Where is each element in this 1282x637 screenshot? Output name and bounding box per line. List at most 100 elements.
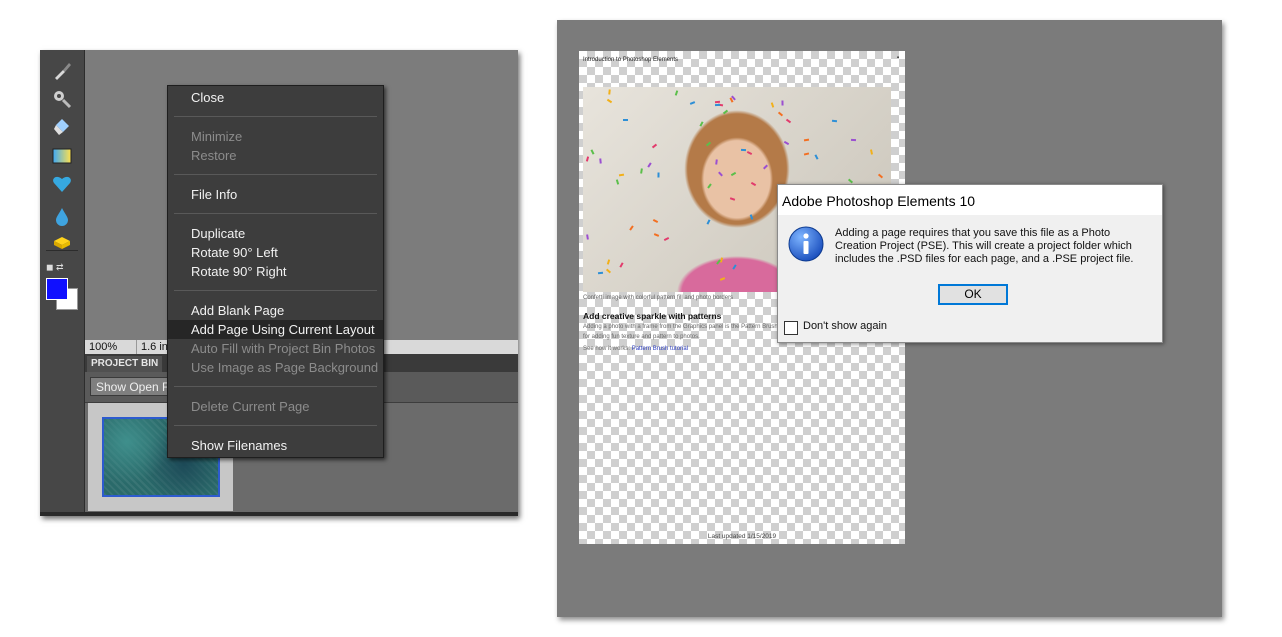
menu-separator [174,386,377,387]
menu-item-close[interactable]: Close [168,88,383,107]
document-link-line: See how it works: Pattern Brush tutorial [583,346,688,352]
swap-colors-icon[interactable]: ◼ ⇄ [46,262,64,273]
confetti-piece [629,225,634,231]
confetti-piece [850,138,857,142]
menu-item-auto-fill-with-project-bin-photos: Auto Fill with Project Bin Photos [191,341,376,356]
confetti-piece [730,171,737,177]
menu-item-minimize: Minimize [191,129,243,144]
dialog-body: Adding a page requires that you save thi… [778,215,1162,342]
tutorial-link[interactable]: Pattern Brush tutorial [632,346,688,352]
menu-item-restore: Restore [191,148,237,163]
context-menu: Close Minimize Restore File Info Duplicate Ro… [167,85,384,458]
confetti-piece [783,140,790,146]
document-body-line: for adding fun texture and pattern to ph… [583,334,700,340]
confetti-piece [777,111,784,117]
dialog-message: Adding a page requires that you save thi… [835,227,1155,266]
confetti-piece [597,271,604,275]
confetti-piece [699,121,704,127]
brush-icon[interactable] [50,60,74,82]
message-line: Creation Project (PSE). This will create… [835,240,1132,252]
dont-show-again-checkbox[interactable] [784,321,798,335]
confetti-piece [651,143,658,149]
menu-item-rotate-90-right[interactable]: Rotate 90° Right [168,262,383,281]
confetti-piece [606,98,613,104]
confetti-piece [718,171,723,177]
confetti-piece [623,119,628,121]
info-icon [788,226,824,262]
gradient-icon[interactable] [50,145,74,167]
gear-tool-icon[interactable] [50,88,74,110]
confetti-piece [586,234,589,240]
confetti-piece [715,159,718,165]
sponge-icon[interactable] [50,231,74,253]
menu-item-file-info[interactable]: File Info [168,185,383,204]
confetti-piece [714,100,721,104]
document-workspace: Introduction to Photoshop Elements ▪ Con… [557,20,1222,617]
project-bin-tab[interactable]: PROJECT BIN [87,356,163,372]
confetti-piece [606,259,611,265]
photo-caption: Confetti image with colorful pattern fil… [583,295,734,301]
link-prefix: See how it works: [583,346,632,352]
confetti-piece [647,162,652,168]
menu-item-use-image-as-page-background: Use Image as Page Background [191,360,379,375]
menu-item-duplicate[interactable]: Duplicate [168,224,383,243]
confetti-piece [608,89,611,95]
confetti-piece [749,214,754,220]
confetti-piece [719,277,726,281]
confetti-piece [689,101,696,105]
ok-button[interactable]: OK [938,284,1008,305]
confetti-piece [618,173,625,177]
confetti-piece [803,138,810,142]
toolbox: ◼ ⇄ [40,50,85,516]
confetti-piece [653,233,660,237]
confetti-piece [847,178,854,184]
confetti-piece [615,179,620,185]
menu-item-add-page-using-current-layout[interactable]: Add Page Using Current Layout [168,320,383,339]
blur-drop-icon[interactable] [50,205,74,227]
confetti-piece [814,154,819,160]
confetti-piece [599,158,602,164]
confetti-piece [657,172,660,178]
confetti-piece [707,183,712,189]
page-marker: ▪ [896,55,899,61]
zoom-level[interactable]: 100% [89,341,117,353]
confetti-piece [770,102,775,108]
confetti-piece [714,103,721,107]
bin-bottom-edge [40,512,518,516]
confetti-piece [740,148,747,152]
confetti-piece [732,264,737,270]
confetti-piece [722,109,729,115]
paint-bucket-icon[interactable] [50,116,74,138]
confetti-piece [785,118,792,124]
confetti-piece [803,152,810,156]
menu-item-rotate-90-left[interactable]: Rotate 90° Left [168,243,383,262]
foreground-color-swatch[interactable] [46,278,68,300]
document-heading: Add creative sparkle with patterns [583,311,722,321]
dialog-title: Adobe Photoshop Elements 10 [782,193,976,209]
confetti-piece [652,218,659,224]
menu-item-show-filenames[interactable]: Show Filenames [168,436,383,455]
confetti-piece [729,197,736,201]
confetti-piece [831,119,838,123]
confetti-piece [663,237,670,241]
confetti-piece [619,262,624,268]
confetti-piece [640,168,643,174]
menu-separator [174,425,377,426]
menu-separator [174,290,377,291]
confetti-piece [870,149,873,155]
message-line: includes the .PSD files for each page, a… [835,253,1134,265]
confetti-piece [763,164,768,170]
confetti-piece [585,156,590,162]
heart-shape-icon[interactable] [50,173,74,195]
message-line: Adding a page requires that you save thi… [835,227,1111,239]
confetti-piece [746,150,753,156]
dont-show-again-label[interactable]: Don't show again [803,320,887,332]
menu-item-add-blank-page[interactable]: Add Blank Page [168,301,383,320]
document-footer: Last updated 1/15/2019 [707,533,777,540]
menu-separator [174,116,377,117]
document-body-line: Adding a photo with a frame from the Gra… [583,324,778,330]
confetti-piece [781,100,784,106]
confetti-piece [674,90,679,96]
confetti-piece [877,173,884,179]
document-header: Introduction to Photoshop Elements [583,57,679,63]
